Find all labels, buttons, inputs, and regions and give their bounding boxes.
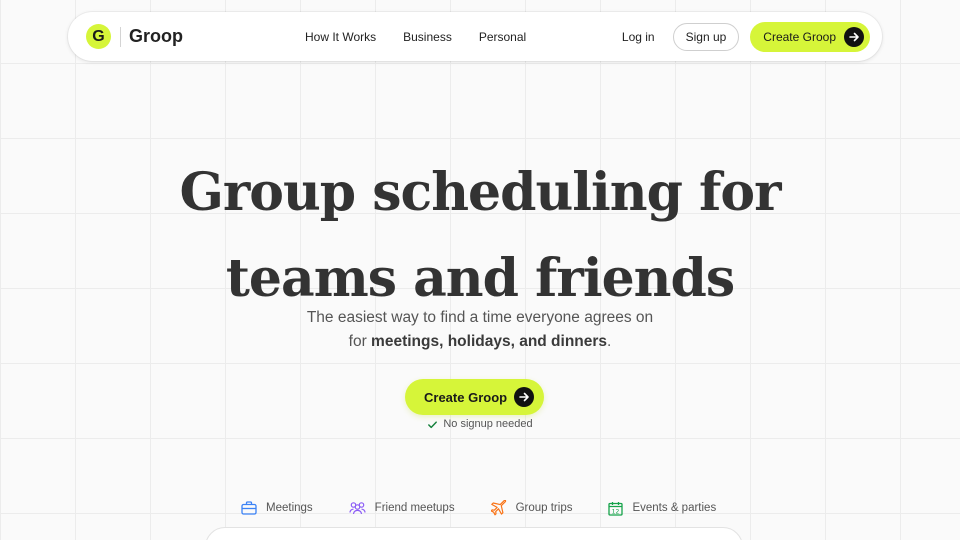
subtitle-prefix: for (348, 333, 372, 350)
nav-links: How It Works Business Personal (305, 12, 553, 61)
preview-card (205, 527, 743, 540)
nav-link-business[interactable]: Business (403, 30, 452, 44)
category-events-parties[interactable]: 12 Events & parties (608, 501, 716, 516)
logo-text: Groop (129, 26, 183, 46)
calendar-icon: 12 (608, 501, 624, 516)
logo[interactable]: G Groop (86, 24, 183, 49)
briefcase-icon (241, 501, 257, 515)
arrow-right-icon (514, 387, 535, 407)
hero-subtitle-line-2: for meetings, holidays, and dinners. (0, 330, 960, 354)
signup-label: Sign up (685, 29, 727, 44)
logo-mark: G (86, 24, 111, 49)
airplane-icon (490, 500, 506, 516)
calendar-day: 12 (612, 508, 620, 515)
hero-title-line-1: Group scheduling for (179, 162, 782, 223)
category-label: Friend meetups (374, 502, 455, 514)
create-groop-nav-label: Create Groop (763, 29, 836, 44)
nav-link-how-it-works[interactable]: How It Works (305, 30, 376, 44)
check-icon (428, 420, 438, 428)
hero-subtitle-line-1: The easiest way to find a time everyone … (306, 309, 654, 326)
hero-title: Group scheduling for teams and friends (0, 150, 960, 322)
category-label: Group trips (515, 502, 573, 514)
nav-actions: Log in Sign up Create Groop (622, 12, 870, 61)
category-label: Meetings (266, 502, 313, 514)
hero-subtitle: The easiest way to find a time everyone … (0, 306, 960, 354)
create-groop-hero-label: Create Groop (424, 389, 508, 405)
people-icon (349, 502, 366, 515)
subtitle-suffix: . (607, 333, 612, 350)
no-signup-text: No signup needed (443, 418, 533, 430)
signup-button[interactable]: Sign up (672, 22, 740, 51)
subtitle-emphasis: meetings, holidays, and dinners (371, 333, 608, 350)
category-meetings[interactable]: Meetings (241, 501, 313, 515)
login-link[interactable]: Log in (622, 30, 655, 44)
category-group-trips[interactable]: Group trips (490, 500, 573, 516)
category-friend-meetups[interactable]: Friend meetups (349, 501, 455, 515)
category-label: Events & parties (632, 502, 717, 514)
no-signup-note: No signup needed (0, 418, 960, 430)
create-groop-hero-button[interactable]: Create Groop (405, 379, 544, 415)
category-list: Meetings Friend meetups Group trips 12 E… (241, 498, 752, 518)
create-groop-nav-button[interactable]: Create Groop (750, 21, 870, 52)
arrow-right-icon (844, 26, 864, 47)
navbar: G Groop How It Works Business Personal L… (68, 12, 882, 61)
logo-divider (120, 26, 121, 47)
nav-link-personal[interactable]: Personal (479, 30, 526, 44)
page: G Groop How It Works Business Personal L… (0, 0, 960, 540)
